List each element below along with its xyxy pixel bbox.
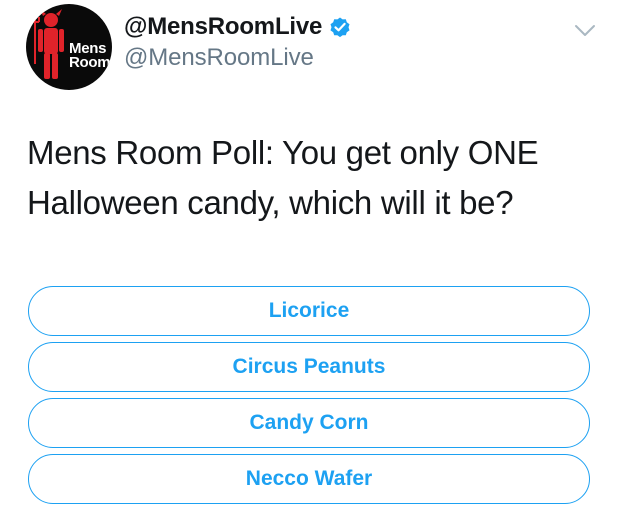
tweet-text-line: Mens Room Poll: You get only ONE (27, 134, 539, 171)
tweet-text: Mens Room Poll: You get only ONE Hallowe… (27, 128, 597, 228)
poll-option-necco-wafer[interactable]: Necco Wafer (28, 454, 590, 504)
tweet-card: Mens Room @MensRoomLive @MensRoomLive Me… (0, 0, 618, 515)
poll-option-candy-corn[interactable]: Candy Corn (28, 398, 590, 448)
verified-badge-icon (328, 15, 352, 39)
poll-option-circus-peanuts[interactable]: Circus Peanuts (28, 342, 590, 392)
chevron-down-icon[interactable] (574, 24, 596, 38)
display-name-row: @MensRoomLive (124, 12, 352, 42)
poll: Licorice Circus Peanuts Candy Corn Necco… (28, 286, 590, 510)
account-names: @MensRoomLive @MensRoomLive (124, 12, 352, 72)
avatar-text-line2: Room (69, 54, 111, 71)
poll-option-licorice[interactable]: Licorice (28, 286, 590, 336)
avatar[interactable]: Mens Room (26, 4, 112, 90)
tweet-text-line: Halloween candy, which will it be? (27, 184, 514, 221)
display-name[interactable]: @MensRoomLive (124, 13, 322, 41)
handle[interactable]: @MensRoomLive (124, 44, 352, 72)
